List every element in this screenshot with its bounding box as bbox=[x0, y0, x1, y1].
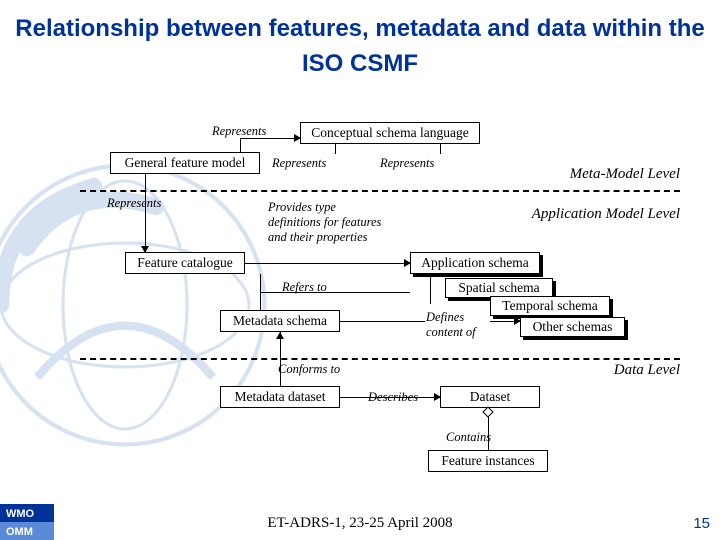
box-application-schema: Application schema bbox=[410, 252, 540, 274]
slide-footer: ET-ADRS-1, 23-25 April 2008 bbox=[0, 515, 720, 532]
arrow-ms-md bbox=[276, 332, 284, 339]
arrow-gfm-csl bbox=[294, 134, 301, 142]
arrow-ms-def bbox=[514, 317, 521, 325]
conn-gfm-csl-v bbox=[240, 138, 241, 152]
box-other-schemas: Other schemas bbox=[520, 317, 625, 337]
level-app: Application Model Level bbox=[532, 206, 680, 223]
level-data: Data Level bbox=[614, 362, 680, 379]
label-provides: Provides type definitions for features a… bbox=[268, 200, 383, 245]
box-dataset: Dataset bbox=[440, 386, 540, 408]
arrow-md-ds bbox=[434, 393, 441, 401]
conn-refers-h bbox=[260, 292, 410, 293]
box-metadata-schema: Metadata schema bbox=[220, 310, 340, 332]
label-represents-4: Represents bbox=[107, 196, 161, 211]
label-represents-3: Represents bbox=[380, 156, 434, 171]
aggregation-diamond bbox=[482, 406, 493, 417]
box-temporal-schema: Temporal schema bbox=[490, 296, 610, 316]
label-defines-content: Defines content of bbox=[426, 310, 491, 340]
separator-1 bbox=[80, 190, 680, 192]
level-meta: Meta-Model Level bbox=[570, 166, 680, 183]
box-metadata-dataset: Metadata dataset bbox=[220, 386, 340, 408]
diagram: Conceptual schema language General featu… bbox=[110, 110, 670, 480]
page-number: 15 bbox=[693, 515, 710, 532]
conn-as-stack bbox=[430, 274, 431, 304]
label-represents-1: Represents bbox=[212, 124, 266, 139]
box-feature-catalogue: Feature catalogue bbox=[125, 252, 245, 274]
box-general-feature-model: General feature model bbox=[110, 152, 260, 174]
conn-ds-fi bbox=[488, 416, 489, 450]
conn-gfm-csl-h bbox=[240, 138, 300, 139]
conn-fc-as bbox=[245, 263, 410, 264]
conn-ms-md bbox=[280, 332, 281, 386]
wmo-badge: WMO OMM bbox=[0, 504, 54, 540]
conn-ms-def-h1 bbox=[340, 321, 425, 322]
svg-text:OMM: OMM bbox=[6, 526, 33, 538]
box-feature-instances: Feature instances bbox=[428, 450, 548, 472]
conn-csl-down1 bbox=[335, 144, 336, 154]
separator-2 bbox=[80, 358, 680, 360]
slide-title: Relationship between features, metadata … bbox=[0, 12, 720, 82]
conn-md-ds bbox=[340, 397, 440, 398]
label-conforms-to: Conforms to bbox=[278, 362, 340, 377]
box-conceptual-schema-language: Conceptual schema language bbox=[300, 122, 480, 144]
conn-gfm-fc bbox=[145, 174, 146, 252]
arrow-fc-as bbox=[404, 259, 411, 267]
conn-csl-down2 bbox=[440, 144, 441, 154]
label-represents-2: Represents bbox=[272, 156, 326, 171]
label-contains: Contains bbox=[446, 430, 491, 445]
svg-text:WMO: WMO bbox=[6, 508, 35, 520]
box-spatial-schema: Spatial schema bbox=[445, 278, 553, 298]
arrow-gfm-fc bbox=[141, 246, 149, 253]
